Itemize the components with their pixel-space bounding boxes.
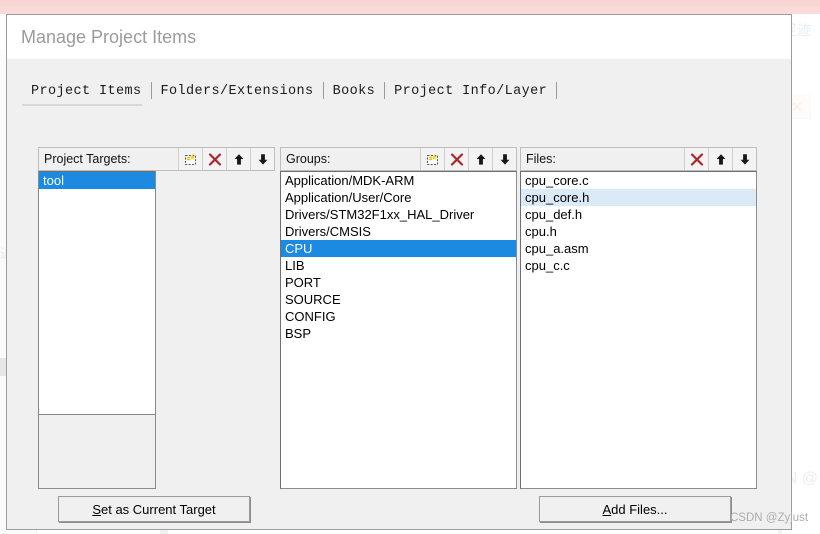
file-row[interactable]: cpu_c.c bbox=[521, 257, 756, 274]
file-row[interactable]: cpu.h bbox=[521, 223, 756, 240]
group-row[interactable]: Drivers/CMSIS bbox=[281, 223, 516, 240]
file-row[interactable]: cpu_def.h bbox=[521, 206, 756, 223]
delete-icon[interactable] bbox=[444, 148, 468, 170]
tab-books[interactable]: Books bbox=[324, 84, 385, 99]
group-row[interactable]: SOURCE bbox=[281, 291, 516, 308]
group-row[interactable]: Application/MDK-ARM bbox=[281, 172, 516, 189]
groups-header: Groups: bbox=[280, 147, 517, 171]
group-row[interactable]: Drivers/STM32F1xx_HAL_Driver bbox=[281, 206, 516, 223]
move-down-icon[interactable] bbox=[732, 148, 756, 170]
move-up-icon[interactable] bbox=[468, 148, 492, 170]
watermark: CSDN @Zyjust bbox=[730, 512, 809, 524]
move-up-icon[interactable] bbox=[226, 148, 250, 170]
tab-project-info-layer[interactable]: Project Info/Layer bbox=[385, 84, 556, 99]
group-row-cpu[interactable]: CPU bbox=[281, 240, 516, 257]
group-row[interactable]: BSP bbox=[281, 325, 516, 342]
group-row[interactable]: CONFIG bbox=[281, 308, 516, 325]
move-down-icon[interactable] bbox=[492, 148, 516, 170]
target-row-tool[interactable]: tool bbox=[39, 172, 155, 189]
add-files-rest: dd Files... bbox=[611, 501, 668, 517]
new-item-icon[interactable] bbox=[420, 148, 444, 170]
group-row[interactable]: LIB bbox=[281, 257, 516, 274]
browser-top-stripe-accent bbox=[0, 0, 820, 6]
new-item-icon[interactable] bbox=[178, 148, 202, 170]
groups-list[interactable]: Application/MDK-ARM Application/User/Cor… bbox=[280, 171, 517, 489]
manage-project-items-dialog: Manage Project Items Project Items Folde… bbox=[6, 14, 792, 530]
project-targets-list[interactable]: tool bbox=[38, 171, 156, 415]
files-list[interactable]: cpu_core.c cpu_core.h cpu_def.h cpu.h cp… bbox=[520, 171, 757, 489]
project-targets-label: Project Targets: bbox=[44, 152, 131, 166]
file-row[interactable]: cpu_core.c bbox=[521, 172, 756, 189]
set-target-rest: et as Current Target bbox=[101, 501, 216, 517]
groups-label: Groups: bbox=[286, 152, 331, 166]
file-row[interactable]: cpu_a.asm bbox=[521, 240, 756, 257]
files-header: Files: bbox=[520, 147, 757, 171]
move-up-icon[interactable] bbox=[708, 148, 732, 170]
dialog-body: Project Items Folders/Extensions Books P… bbox=[8, 59, 790, 529]
group-row[interactable]: PORT bbox=[281, 274, 516, 291]
dialog-title: Manage Project Items bbox=[21, 27, 197, 47]
move-down-icon[interactable] bbox=[250, 148, 274, 170]
set-target-accel: S bbox=[92, 501, 101, 517]
dialog-titlebar[interactable]: Manage Project Items bbox=[7, 15, 791, 59]
add-files-accel: A bbox=[602, 501, 612, 517]
tab-project-items[interactable]: Project Items bbox=[22, 84, 151, 99]
delete-icon[interactable] bbox=[684, 148, 708, 170]
tab-separator bbox=[556, 82, 558, 99]
tab-folders-extensions[interactable]: Folders/Extensions bbox=[152, 84, 323, 99]
tab-strip: Project Items Folders/Extensions Books P… bbox=[22, 75, 558, 99]
add-files-button[interactable]: Add Files... bbox=[539, 496, 731, 522]
project-targets-header: Project Targets: bbox=[38, 147, 275, 171]
delete-icon[interactable] bbox=[202, 148, 226, 170]
file-row-cpu-core-h[interactable]: cpu_core.h bbox=[521, 189, 756, 206]
group-row[interactable]: Application/User/Core bbox=[281, 189, 516, 206]
active-tab-underline bbox=[22, 104, 142, 106]
set-as-current-target-button[interactable]: Set as Current Target bbox=[58, 496, 250, 522]
files-label: Files: bbox=[526, 152, 556, 166]
